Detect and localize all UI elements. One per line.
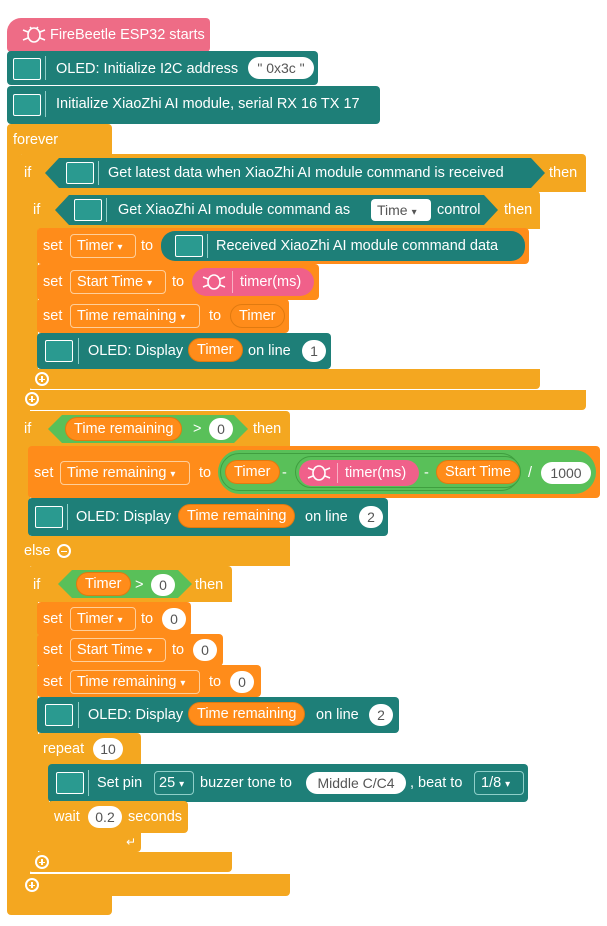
to-label: to [209, 308, 222, 324]
to-label: to [209, 674, 222, 690]
set-label: set [43, 238, 63, 254]
then-label: then [253, 421, 282, 437]
zero-input[interactable]: 0 [193, 639, 217, 661]
time-remaining-variable[interactable]: Time remaining [188, 702, 306, 726]
get-command-label: Get XiaoZhi AI module command as [118, 202, 351, 218]
gt-label: > [135, 577, 144, 593]
zero-input[interactable]: 0 [230, 671, 254, 693]
set-pin-label: Set pin [97, 775, 143, 791]
beat-dropdown[interactable]: 1/8 ▾ [474, 771, 524, 795]
oled-address-input[interactable]: " 0x3c " [248, 57, 314, 79]
set-label: set [43, 642, 63, 658]
start-time-var-dropdown[interactable]: Start Time ▾ [70, 270, 166, 294]
then-label: then [504, 202, 533, 218]
set-label: set [34, 465, 54, 481]
module-icon [74, 199, 102, 221]
zero-input[interactable]: 0 [151, 574, 175, 596]
module-icon [45, 340, 73, 362]
timer-variable[interactable]: Timer [230, 304, 285, 328]
divisor-input[interactable]: 1000 [541, 462, 591, 484]
oled-init-label: OLED: Initialize I2C address [56, 61, 239, 77]
firebeetle-icon [22, 26, 46, 43]
module-icon [13, 58, 41, 80]
zero-input[interactable]: 0 [162, 608, 186, 630]
timer-variable[interactable]: Timer [76, 572, 131, 596]
minus-label: - [424, 465, 429, 481]
line-number-input[interactable]: 2 [359, 506, 383, 528]
set-label: set [43, 611, 63, 627]
timer-ms-label: timer(ms) [345, 465, 407, 481]
if-label: if [24, 165, 32, 181]
line-number-input[interactable]: 2 [369, 704, 393, 726]
get-latest-label: Get latest data when XiaoZhi AI module c… [108, 165, 504, 181]
firebeetle-icon [307, 465, 331, 481]
start-time-var-dropdown[interactable]: Start Time ▾ [70, 638, 166, 662]
to-label: to [141, 238, 154, 254]
seconds-label: seconds [128, 809, 183, 825]
module-icon [175, 235, 203, 257]
repeat-count-input[interactable]: 10 [93, 738, 123, 760]
timer-var-dropdown[interactable]: Timer ▾ [70, 607, 136, 631]
line-number-input[interactable]: 1 [302, 340, 326, 362]
pin-dropdown[interactable]: 25 ▾ [154, 771, 194, 795]
wait-seconds-input[interactable]: 0.2 [88, 806, 122, 828]
set-label: set [43, 308, 63, 324]
hat-label: FireBeetle ESP32 starts [50, 27, 205, 43]
time-remaining-var-dropdown[interactable]: Time remaining ▾ [70, 670, 200, 694]
beat-label: , beat to [410, 775, 463, 791]
divide-label: / [528, 465, 533, 481]
else-label: else [24, 543, 51, 559]
repeat-label: repeat [43, 741, 85, 757]
on-line-label: on line [316, 707, 359, 723]
time-dropdown[interactable]: Time ▾ [371, 199, 431, 221]
gt-label: > [193, 421, 202, 437]
received-data-label: Received XiaoZhi AI module command data [216, 238, 499, 254]
loop-arrow-icon: ↵ [126, 835, 137, 849]
time-remaining-variable[interactable]: Time remaining [178, 504, 296, 528]
minus-label: - [282, 465, 287, 481]
timer-ms-label: timer(ms) [240, 274, 302, 290]
set-label: set [43, 274, 63, 290]
set-label: set [43, 674, 63, 690]
if-label: if [24, 421, 32, 437]
tone-input[interactable]: Middle C/C4 [306, 772, 406, 794]
firebeetle-icon [202, 274, 226, 290]
if-label: if [33, 202, 41, 218]
oled-display-label: OLED: Display [88, 707, 184, 723]
then-label: then [195, 577, 224, 593]
to-label: to [199, 465, 212, 481]
module-icon [45, 704, 73, 726]
if-label: if [33, 577, 41, 593]
wait-label: wait [54, 809, 80, 825]
module-icon [35, 506, 63, 528]
then-label: then [549, 165, 578, 181]
on-line-label: on line [248, 343, 291, 359]
time-remaining-var-dropdown[interactable]: Time remaining ▾ [70, 304, 200, 328]
on-line-label: on line [305, 509, 348, 525]
add-icon[interactable] [35, 855, 49, 869]
to-label: to [172, 274, 185, 290]
module-icon [66, 162, 94, 184]
module-icon [56, 772, 84, 794]
zero-input[interactable]: 0 [209, 418, 233, 440]
time-remaining-variable[interactable]: Time remaining [65, 417, 183, 441]
add-icon[interactable] [25, 392, 39, 406]
oled-display-label: OLED: Display [76, 509, 172, 525]
start-time-variable[interactable]: Start Time [436, 460, 521, 484]
buzzer-label: buzzer tone to [200, 775, 292, 791]
timer-variable[interactable]: Timer [225, 460, 280, 484]
remove-else-icon[interactable] [57, 544, 71, 558]
module-icon [13, 94, 41, 116]
forever-label: forever [13, 132, 59, 148]
oled-display-label: OLED: Display [88, 343, 184, 359]
control-label: control [437, 202, 481, 218]
xiaozhi-init-label: Initialize XiaoZhi AI module, serial RX … [56, 96, 360, 112]
timer-variable[interactable]: Timer [188, 338, 243, 362]
add-icon[interactable] [25, 878, 39, 892]
to-label: to [172, 642, 185, 658]
time-remaining-var-dropdown[interactable]: Time remaining ▾ [60, 461, 190, 485]
to-label: to [141, 611, 154, 627]
timer-var-dropdown[interactable]: Timer ▾ [70, 234, 136, 258]
add-icon[interactable] [35, 372, 49, 386]
